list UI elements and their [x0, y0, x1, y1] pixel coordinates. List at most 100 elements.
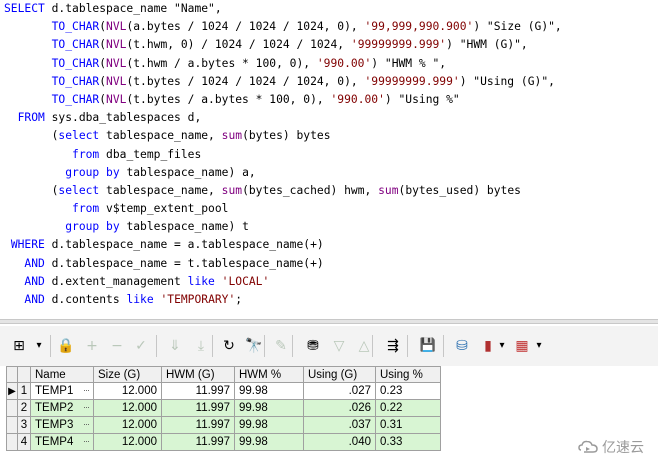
table-options-icon[interactable]: ▦ [513, 337, 531, 355]
grid-cell[interactable]: .026 [303, 399, 376, 417]
grid-cell[interactable]: ··· TEMP2 [30, 399, 94, 417]
grid-view-icon[interactable]: ⊞ [10, 337, 28, 355]
dropdown-arrow-icon[interactable]: ▾ [34, 337, 44, 355]
cell-editor-ellipsis-icon[interactable]: ··· [83, 436, 90, 446]
sql-token-txt [4, 75, 52, 88]
column-header-hwm[interactable]: HWM (G) [161, 366, 235, 383]
fetch-last-icon[interactable]: ⤓ [192, 337, 210, 355]
splitter[interactable] [0, 319, 658, 324]
grid-cell[interactable]: 0.22 [375, 399, 441, 417]
cell-editor-ellipsis-icon[interactable]: ··· [83, 419, 90, 429]
sql-token-str: '99999999.999' [364, 74, 460, 88]
grid-cell[interactable]: 12.000 [93, 416, 162, 434]
result-grid[interactable]: Name Size (G) HWM (G) HWM % Using (G) Us… [6, 366, 441, 451]
sql-token-txt [4, 238, 11, 251]
sql-token-kw: TO_CHAR [51, 20, 100, 34]
grid-cell[interactable]: ··· TEMP1 [30, 382, 94, 400]
sql-token-txt: ) "Size (G)", [473, 20, 562, 34]
clear-icon[interactable]: ✎ [272, 337, 290, 355]
sql-code[interactable]: SELECT d.tablespace_name "Name", TO_CHAR… [4, 0, 562, 309]
grid-cell[interactable]: 11.997 [161, 399, 235, 417]
refresh-icon[interactable]: ↻ [220, 337, 238, 355]
rownum-header [17, 366, 31, 383]
column-header-name[interactable]: Name [30, 366, 94, 383]
sql-token-kw: select [58, 129, 100, 143]
row-indicator[interactable] [6, 433, 18, 451]
table-row[interactable]: 2 ··· TEMP2 12.000 11.997 99.98 .026 0.22 [6, 399, 441, 417]
grid-cell[interactable]: 11.997 [161, 416, 235, 434]
row-number: 4 [17, 433, 31, 451]
grid-cell[interactable]: 12.000 [93, 399, 162, 417]
sql-token-txt [4, 57, 52, 70]
delete-record-icon[interactable]: − [108, 337, 126, 355]
cell-editor-ellipsis-icon[interactable]: ··· [83, 385, 90, 395]
lock-icon[interactable]: 🔒 [57, 337, 75, 355]
grid-cell[interactable]: ··· TEMP3 [30, 416, 94, 434]
chart-dropdown-icon[interactable]: ▾ [497, 337, 507, 355]
sql-token-fn: NVL [106, 74, 127, 88]
chart-icon[interactable]: ▮ [479, 337, 497, 355]
table-dropdown-icon[interactable]: ▾ [534, 337, 544, 355]
column-header-size[interactable]: Size (G) [93, 366, 162, 383]
grid-cell[interactable]: 99.98 [234, 416, 304, 434]
grid-cell[interactable]: 0.31 [375, 416, 441, 434]
column-header-hwm-pct[interactable]: HWM % [234, 366, 304, 383]
fetch-next-icon[interactable]: ⇓ [166, 337, 184, 355]
sort-down-icon[interactable]: ▽ [330, 337, 348, 355]
sql-token-txt: dba_temp_files [99, 147, 202, 161]
column-header-using[interactable]: Using (G) [303, 366, 376, 383]
sql-token-kw: SELECT [4, 2, 45, 15]
grid-cell[interactable]: 0.33 [375, 433, 441, 451]
query-by-example-icon[interactable]: ⛃ [304, 337, 322, 355]
sql-token-txt: sys.dba_tablespaces d, [44, 111, 202, 125]
sql-token-txt: d.tablespace_name = a.tablespace_name(+) [44, 238, 324, 252]
sql-token-fn: NVL [106, 20, 127, 34]
table-row[interactable]: ▶ 1 ··· TEMP1 12.000 11.997 99.98 .027 0.23 [6, 382, 441, 400]
sql-token-txt [4, 148, 72, 161]
grid-cell[interactable]: 0.23 [375, 382, 441, 400]
find-icon[interactable]: 🔭 [245, 337, 263, 355]
grid-cell[interactable]: ··· TEMP4 [30, 433, 94, 451]
cell-editor-ellipsis-icon[interactable]: ··· [83, 402, 90, 412]
sql-token-kw: like [126, 293, 154, 306]
grid-cell[interactable]: .027 [303, 382, 376, 400]
grid-cell[interactable]: 12.000 [93, 433, 162, 451]
export-icon[interactable]: ⇶ [384, 337, 402, 355]
grid-cell[interactable]: .040 [303, 433, 376, 451]
sql-token-kw: AND [24, 256, 45, 270]
grid-cell[interactable]: 99.98 [234, 399, 304, 417]
save-icon[interactable]: 💾 [419, 337, 437, 355]
row-indicator[interactable] [6, 399, 18, 417]
grid-cell[interactable]: 99.98 [234, 382, 304, 400]
column-header-using-pct[interactable]: Using % [375, 366, 441, 383]
sql-token-txt [4, 257, 24, 270]
row-indicator[interactable] [6, 416, 18, 434]
grid-cell[interactable]: 12.000 [93, 382, 162, 400]
row-number: 2 [17, 399, 31, 417]
row-indicator[interactable]: ▶ [6, 382, 18, 400]
sql-line: (select tablespace_name, sum(bytes) byte… [4, 127, 562, 145]
sql-token-txt: tablespace_name) t [119, 220, 249, 234]
add-record-icon[interactable]: + [83, 337, 101, 355]
sql-token-kw: TO_CHAR [51, 92, 100, 106]
table-row[interactable]: 3 ··· TEMP3 12.000 11.997 99.98 .037 0.31 [6, 416, 441, 434]
cell-value: .040 [348, 436, 371, 448]
sql-token-txt [4, 20, 52, 33]
sql-token-txt: ) "HWM (G)", [446, 38, 528, 52]
sql-line: TO_CHAR(NVL(t.bytes / a.bytes * 100, 0),… [4, 91, 562, 109]
sort-up-icon[interactable]: △ [355, 337, 373, 355]
database-icon[interactable]: ⛁ [453, 337, 471, 355]
sql-token-txt: ) "HWM % ", [371, 56, 447, 70]
grid-cell[interactable]: 99.98 [234, 433, 304, 451]
grid-cell[interactable]: 11.997 [161, 382, 235, 400]
post-changes-icon[interactable]: ✓ [132, 337, 150, 355]
cell-value: 12.000 [121, 436, 157, 448]
toolbar-separator [292, 335, 293, 357]
sql-editor[interactable]: SELECT d.tablespace_name "Name", TO_CHAR… [0, 0, 658, 318]
row-number: 3 [17, 416, 31, 434]
grid-cell[interactable]: .037 [303, 416, 376, 434]
grid-cell[interactable]: 11.997 [161, 433, 235, 451]
sql-token-fn: sum [221, 129, 243, 143]
table-row[interactable]: 4 ··· TEMP4 12.000 11.997 99.98 .040 0.33 [6, 433, 441, 451]
cell-value: 99.98 [239, 436, 268, 448]
